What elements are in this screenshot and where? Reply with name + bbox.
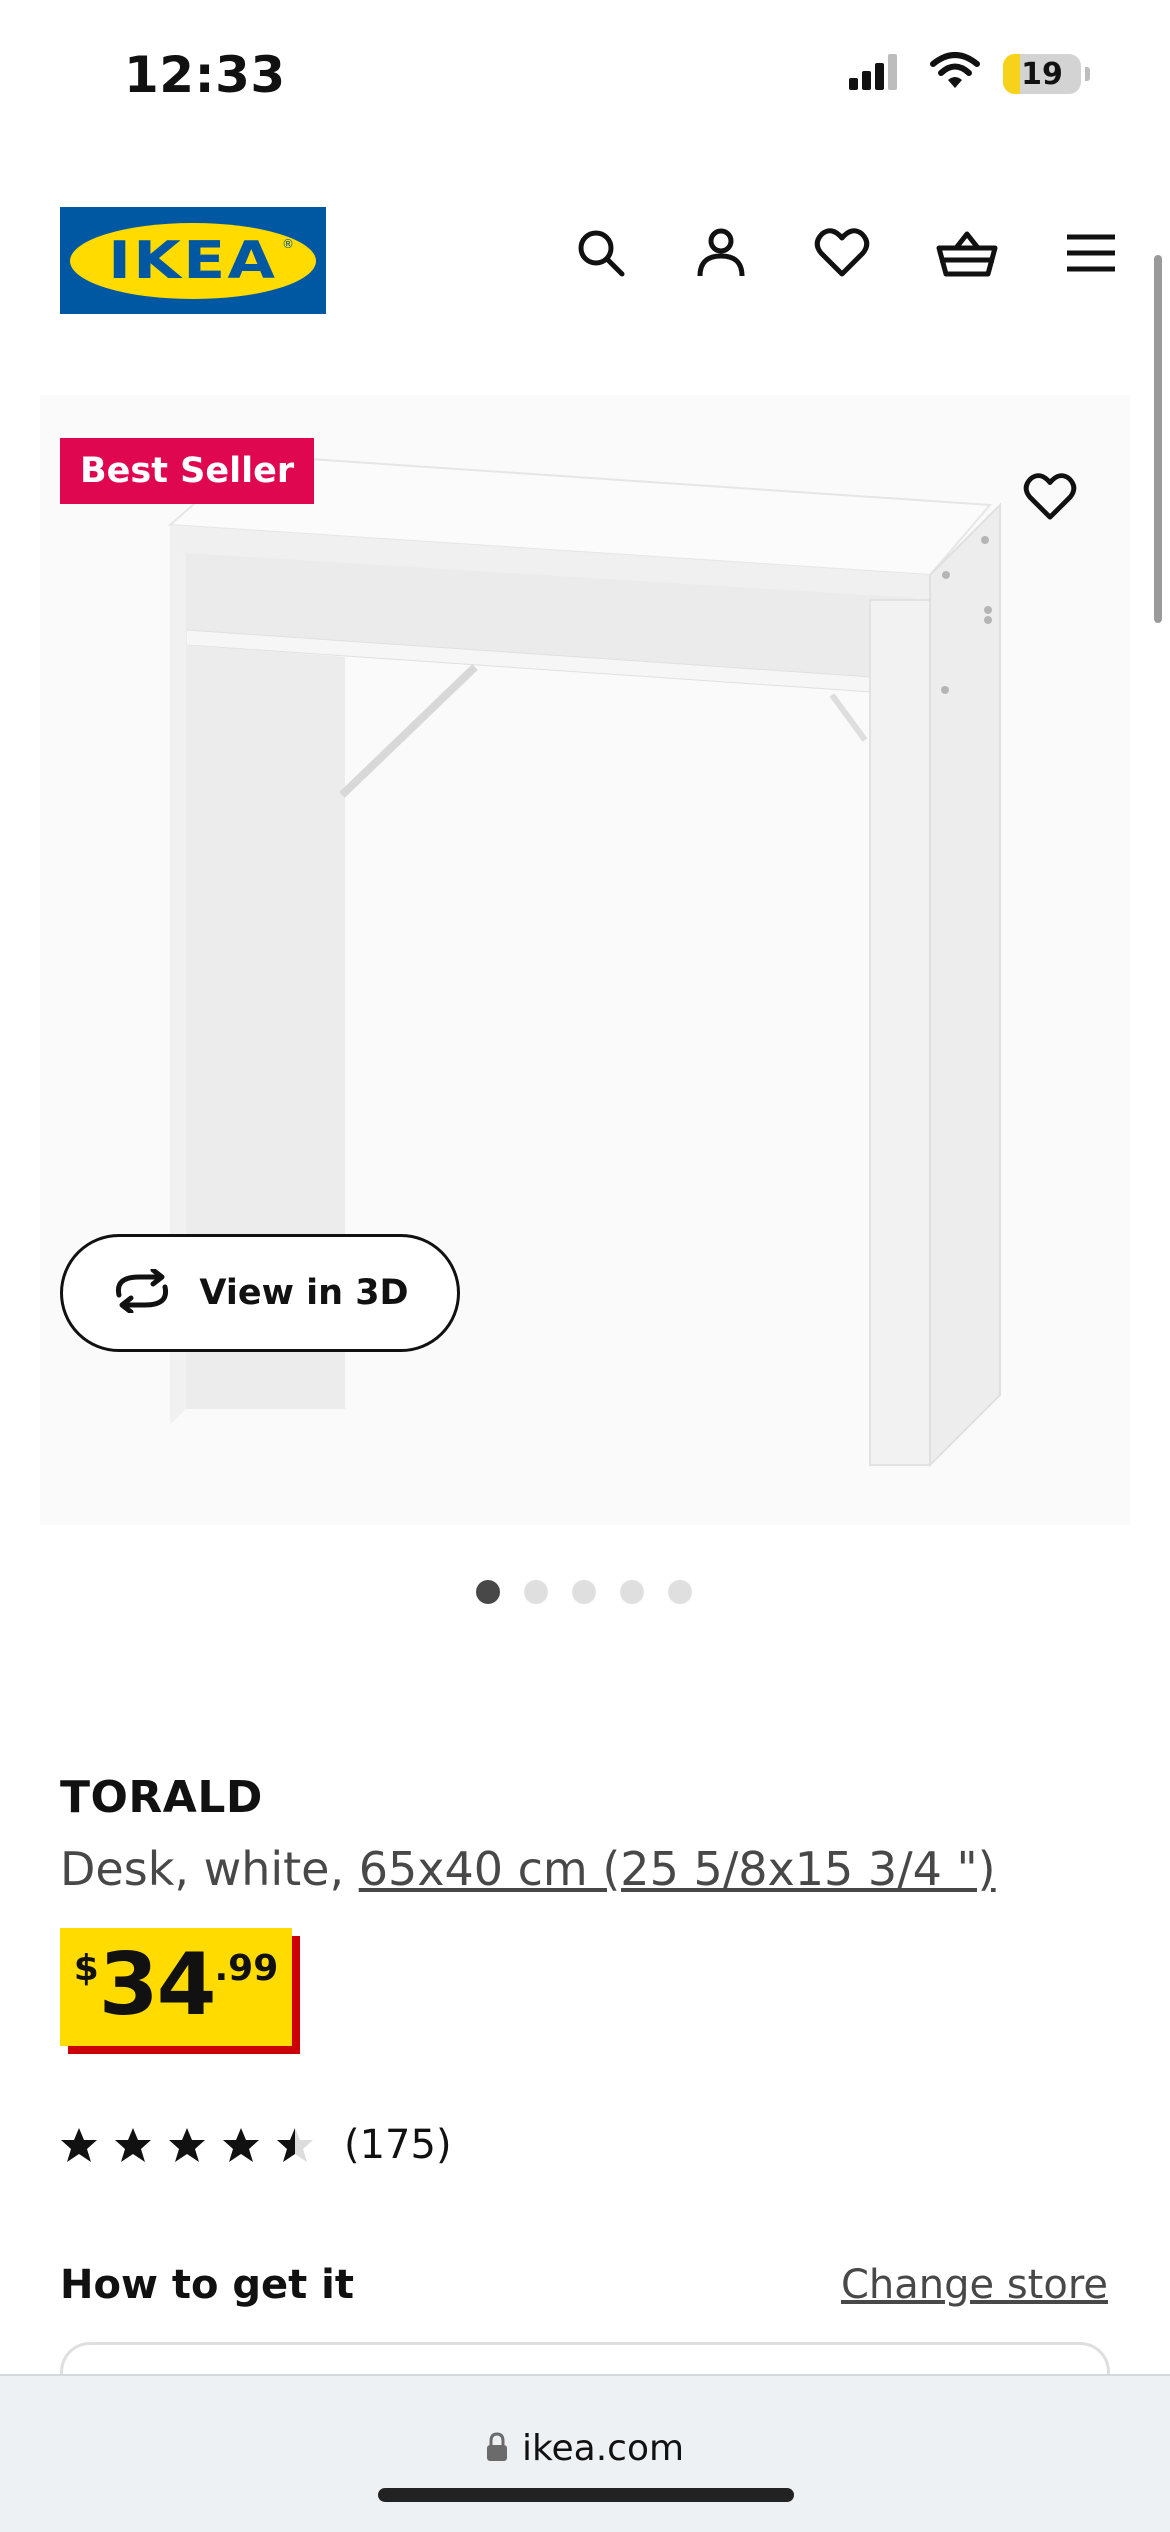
desk-illustration [167, 453, 1001, 1468]
product-page: 12:33 19 IKEA ® Best Seller View in 3D T… [0, 0, 1170, 2532]
status-icons: 19 [847, 52, 1090, 96]
account-icon[interactable] [694, 226, 748, 280]
url-text: ikea.com [521, 2428, 685, 2469]
rotate-3d-icon [111, 1267, 173, 1317]
star-icon [223, 2128, 259, 2162]
star-icon [115, 2128, 151, 2162]
gallery-dot-5[interactable] [668, 1580, 692, 1604]
add-to-wishlist-button[interactable] [1018, 465, 1082, 529]
gallery-dot-4[interactable] [620, 1580, 644, 1604]
battery-cap [1085, 67, 1090, 81]
change-store-link[interactable]: Change store [841, 2262, 1108, 2308]
gallery-dot-3[interactable] [572, 1580, 596, 1604]
home-indicator[interactable] [378, 2488, 794, 2502]
half-star-icon [277, 2128, 313, 2162]
best-seller-badge: Best Seller [60, 438, 315, 504]
browser-address-bar: ikea.com [0, 2374, 1170, 2532]
star-icon [61, 2128, 97, 2162]
product-rating[interactable]: (175) [60, 2122, 452, 2168]
product-dimensions-link[interactable]: 65x40 cm (25 5/8x15 3/4 ") [359, 1842, 996, 1896]
wishlist-icon[interactable] [814, 226, 870, 280]
price-tag: $ 34 .99 [60, 1928, 300, 2054]
price-decimal: .99 [214, 1948, 279, 1989]
rating-count: (175) [344, 2122, 452, 2168]
price-currency: $ [73, 1948, 99, 1989]
price-box: $ 34 .99 [60, 1928, 292, 2046]
battery-level: 19 [1021, 56, 1063, 92]
rating-stars [60, 2127, 314, 2163]
star-icon [169, 2128, 205, 2162]
address-field[interactable]: ikea.com [0, 2428, 1170, 2469]
price-whole: 34 [98, 1935, 217, 2035]
cart-icon[interactable] [936, 226, 998, 280]
gallery-dot-2[interactable] [524, 1580, 548, 1604]
header-nav [574, 226, 1118, 280]
product-description-text: Desk, white, [60, 1842, 359, 1896]
lock-icon [486, 2431, 508, 2466]
search-icon[interactable] [574, 226, 628, 280]
cellular-signal-icon [847, 52, 907, 96]
product-name: TORALD [60, 1772, 263, 1823]
logo-registered-mark: ® [282, 236, 294, 251]
wifi-icon [929, 52, 981, 96]
logo-text: IKEA [108, 230, 278, 291]
product-description: Desk, white, 65x40 cm (25 5/8x15 3/4 ") [60, 1842, 996, 1896]
product-image[interactable] [40, 395, 1130, 1525]
heart-icon [1023, 473, 1077, 520]
view-in-3d-label: View in 3D [199, 1273, 409, 1313]
how-to-get-it-title: How to get it [60, 2262, 355, 2308]
page-scrollbar[interactable] [1154, 255, 1162, 623]
menu-icon[interactable] [1064, 226, 1118, 280]
gallery-dot-1[interactable] [476, 1580, 500, 1604]
gallery-pagination [476, 1580, 692, 1604]
battery-indicator: 19 [1003, 54, 1081, 94]
view-in-3d-button[interactable]: View in 3D [60, 1234, 460, 1352]
status-time: 12:33 [124, 46, 286, 104]
ikea-logo[interactable]: IKEA ® [60, 207, 326, 314]
